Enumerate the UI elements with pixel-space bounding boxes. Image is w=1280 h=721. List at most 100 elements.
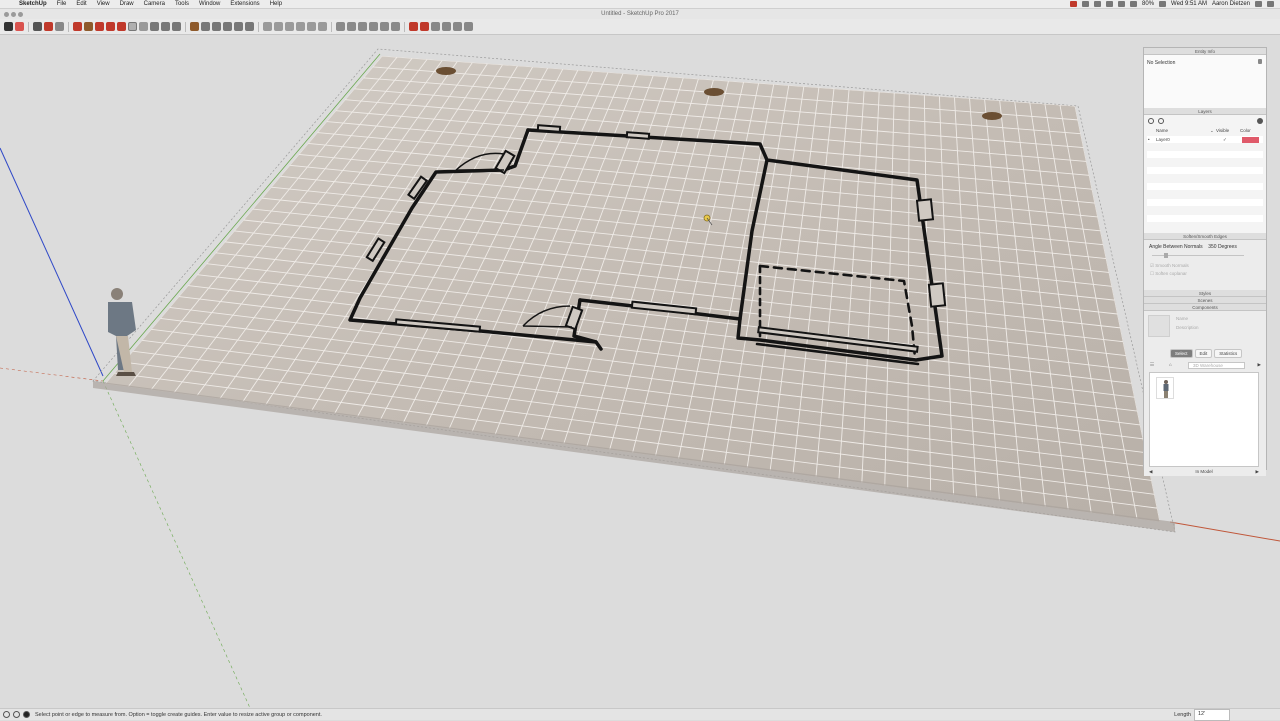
back-view-icon[interactable] — [307, 22, 316, 31]
zoom-tool-icon[interactable] — [212, 22, 221, 31]
send-to-layout-icon[interactable] — [431, 22, 440, 31]
close-window-button[interactable] — [4, 12, 9, 17]
soften-coplanar-checkbox[interactable]: ☐ Soften coplanar — [1150, 271, 1187, 277]
info-icon[interactable] — [23, 711, 30, 718]
rotate-tool-icon[interactable] — [106, 22, 115, 31]
tab-statistics[interactable]: Statistics — [1214, 349, 1243, 358]
line-tool-icon[interactable] — [33, 22, 42, 31]
menu-file[interactable]: File — [52, 0, 72, 9]
wireframe-style-icon[interactable] — [347, 22, 356, 31]
top-view-icon[interactable] — [274, 22, 283, 31]
eraser-tool-icon[interactable] — [15, 22, 24, 31]
push-pull-tool-icon[interactable] — [73, 22, 82, 31]
styles-header[interactable]: Styles — [1144, 290, 1266, 297]
previous-view-icon[interactable] — [234, 22, 243, 31]
layer-color-swatch[interactable] — [1242, 137, 1259, 143]
warehouse-icon[interactable] — [409, 22, 418, 31]
menu-camera[interactable]: Camera — [139, 0, 170, 9]
scenes-header[interactable]: Scenes — [1144, 297, 1266, 304]
menu-draw[interactable]: Draw — [115, 0, 139, 9]
credits-icon[interactable] — [13, 711, 20, 718]
menu-extensions[interactable]: Extensions — [225, 0, 264, 9]
xray-style-icon[interactable] — [336, 22, 345, 31]
shaded-style-icon[interactable] — [369, 22, 378, 31]
tape-measure-tool-icon[interactable] — [128, 22, 137, 31]
zoom-window-button[interactable] — [18, 12, 23, 17]
dimension-tool-icon[interactable] — [139, 22, 148, 31]
view-options-icon[interactable]: ☷ — [1150, 362, 1154, 368]
menu-list-icon[interactable] — [1267, 1, 1274, 7]
wifi-icon[interactable] — [1118, 1, 1126, 7]
add-location-icon[interactable] — [453, 22, 462, 31]
radio-icon[interactable]: • — [1148, 136, 1150, 143]
layer-name[interactable]: Layer0 — [1156, 136, 1170, 143]
minimize-window-button[interactable] — [11, 12, 16, 17]
menu-tools[interactable]: Tools — [170, 0, 194, 9]
follow-me-tool-icon[interactable] — [84, 22, 93, 31]
front-view-icon[interactable] — [285, 22, 294, 31]
clock[interactable]: Wed 9:51 AM — [1171, 0, 1207, 9]
menu-edit[interactable]: Edit — [71, 0, 91, 9]
dropbox-icon[interactable] — [1082, 1, 1090, 7]
app-status-icon[interactable] — [1070, 1, 1078, 7]
model-viewport[interactable] — [0, 36, 1280, 708]
next-view-icon[interactable] — [245, 22, 254, 31]
menu-view[interactable]: View — [92, 0, 115, 9]
menu-app[interactable]: SketchUp — [14, 0, 52, 9]
zoom-extents-tool-icon[interactable] — [223, 22, 232, 31]
smooth-normals-checkbox[interactable]: ☑ Smooth Normals — [1150, 263, 1189, 269]
components-header[interactable]: Components — [1144, 304, 1266, 311]
protractor-tool-icon[interactable] — [150, 22, 159, 31]
forward-icon[interactable]: ▶ — [1256, 468, 1259, 475]
scale-tool-icon[interactable] — [117, 22, 126, 31]
orbit-tool-icon[interactable] — [190, 22, 199, 31]
component-name-field[interactable]: Name — [1176, 316, 1188, 321]
angle-slider-handle[interactable] — [1164, 253, 1168, 258]
measurements-value[interactable]: 12' — [1194, 708, 1230, 721]
right-view-icon[interactable] — [296, 22, 305, 31]
bluetooth-icon[interactable] — [1106, 1, 1114, 7]
details-icon[interactable] — [1257, 118, 1263, 124]
component-description-field[interactable]: Description — [1176, 325, 1199, 330]
textured-style-icon[interactable] — [380, 22, 389, 31]
geo-location-icon[interactable] — [3, 711, 10, 718]
add-layer-icon[interactable] — [1148, 118, 1154, 124]
back-icon[interactable]: ◀ — [1149, 468, 1152, 475]
details-arrow-icon[interactable]: ▶ — [1258, 362, 1261, 368]
hidden-line-style-icon[interactable] — [358, 22, 367, 31]
battery-icon[interactable] — [1159, 1, 1167, 7]
col-color[interactable]: Color — [1240, 127, 1251, 134]
home-icon[interactable]: ⌂ — [1169, 362, 1172, 367]
layer-row[interactable]: • Layer0 ✓ — [1147, 136, 1263, 143]
tab-select[interactable]: Select — [1170, 349, 1193, 358]
warehouse-search-input[interactable]: 3D Warehouse — [1188, 362, 1245, 369]
volume-icon[interactable] — [1130, 1, 1138, 7]
sync-icon[interactable] — [1094, 1, 1102, 7]
tab-edit[interactable]: Edit — [1194, 349, 1213, 358]
monochrome-style-icon[interactable] — [391, 22, 400, 31]
move-tool-icon[interactable] — [95, 22, 104, 31]
extension-warehouse-icon[interactable] — [420, 22, 429, 31]
axes-tool-icon[interactable] — [172, 22, 181, 31]
lock-icon[interactable] — [1258, 59, 1262, 64]
select-tool-icon[interactable] — [4, 22, 13, 31]
arc-tool-icon[interactable] — [44, 22, 53, 31]
left-view-icon[interactable] — [318, 22, 327, 31]
col-visible[interactable]: Visible — [1216, 127, 1229, 134]
search-icon[interactable] — [1255, 1, 1262, 7]
in-model-label[interactable]: In Model — [1195, 469, 1212, 474]
pan-tool-icon[interactable] — [201, 22, 210, 31]
col-name[interactable]: Name — [1156, 127, 1168, 134]
remove-layer-icon[interactable] — [1158, 118, 1164, 124]
menu-window[interactable]: Window — [194, 0, 225, 9]
shape-tool-icon[interactable] — [55, 22, 64, 31]
iso-view-icon[interactable] — [263, 22, 272, 31]
scale-figure-thumbnail[interactable] — [1156, 377, 1174, 399]
layers-header[interactable]: Layers — [1144, 108, 1266, 115]
visible-checkbox[interactable]: ✓ — [1223, 136, 1227, 143]
menu-help[interactable]: Help — [265, 0, 287, 9]
extension-manager-icon[interactable] — [442, 22, 451, 31]
soften-edges-header[interactable]: Soften/Smooth Edges — [1144, 233, 1266, 240]
text-tool-icon[interactable] — [161, 22, 170, 31]
entity-info-header[interactable]: Entity Info — [1144, 48, 1266, 55]
